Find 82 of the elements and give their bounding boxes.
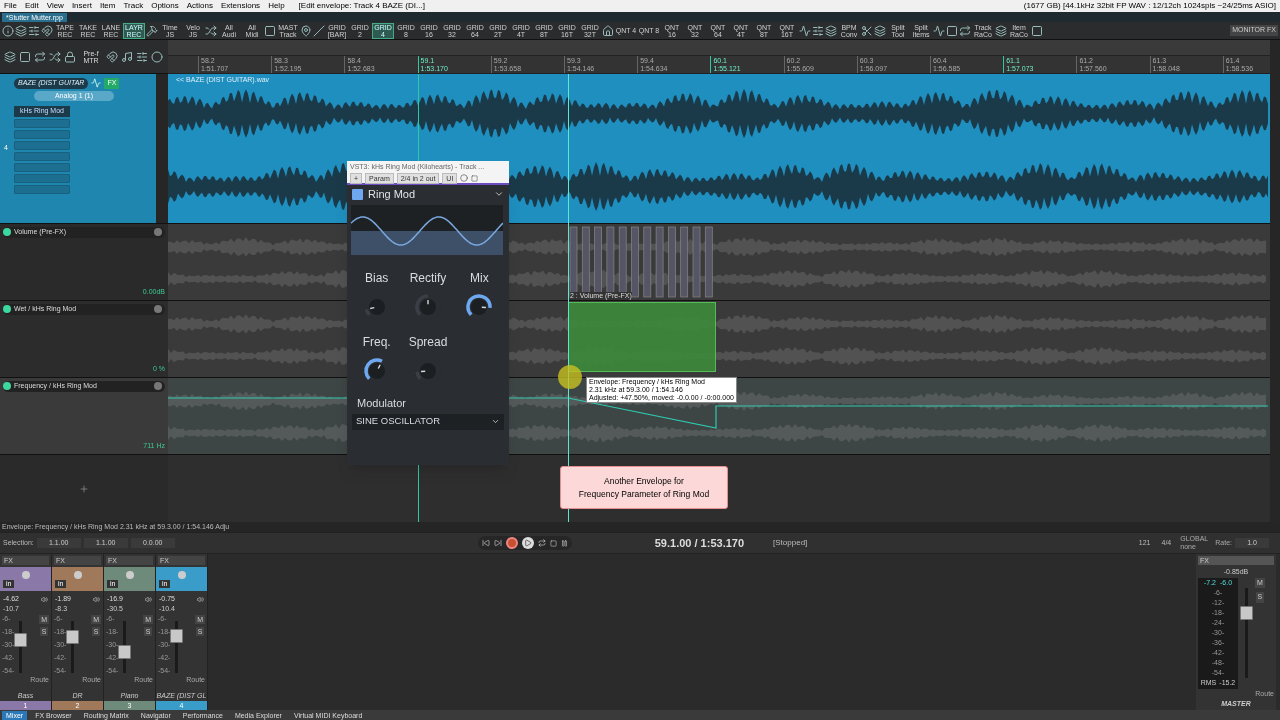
checkbox-icon[interactable] [471,174,479,182]
scissors-icon[interactable] [861,24,873,37]
layers-icon[interactable] [15,24,27,37]
dropdown-icon[interactable] [494,189,504,199]
knob-label: Freq. [362,334,391,351]
callout-text: Frequency Parameter of Ring Mod [578,487,710,501]
skip-forward-icon[interactable] [493,539,502,547]
knob-icon[interactable] [154,305,162,314]
layers-icon[interactable] [995,24,1007,37]
knob-icon[interactable] [154,382,162,391]
layers-icon[interactable] [874,24,886,37]
knob-icon[interactable] [154,228,162,237]
line-icon[interactable] [313,24,325,37]
magnet-icon[interactable] [106,50,118,63]
time-position: 59.1.00 / 1:53.170 [654,535,745,551]
pause-icon[interactable] [560,539,568,547]
callout-text: Another Envelope for [604,474,684,488]
menu-item[interactable]: File [4,0,17,12]
repeat-icon[interactable] [537,539,546,547]
fader-handle[interactable] [170,629,184,644]
menu-item[interactable]: Actions [186,0,213,12]
envelope-power-icon[interactable] [3,382,11,391]
layers-icon[interactable] [4,50,16,63]
speaker-icon[interactable] [197,595,204,603]
scrollbar[interactable] [156,74,168,223]
module-color-icon [352,188,363,200]
fader-handle[interactable] [14,633,28,648]
shuffle-icon[interactable] [205,24,217,37]
lock-icon[interactable] [64,50,76,63]
info-icon[interactable] [2,24,14,37]
square-icon[interactable] [946,24,958,37]
pin-icon[interactable] [300,24,312,37]
scrollbar[interactable] [1270,40,1280,522]
record-icon[interactable] [505,537,518,549]
modulator-label: Modulator [356,396,407,411]
hammer-icon[interactable] [146,24,158,37]
envelope-power-icon[interactable] [3,228,11,237]
square-icon[interactable] [1031,24,1043,37]
envelope-power-icon[interactable] [3,305,11,314]
knob-label: Mix [469,270,489,287]
window-title: [Edit envelope: Track 4 BAZE (DI...] [298,0,425,12]
knob-label: Rectify [409,270,447,287]
speaker-icon[interactable] [41,595,48,603]
play-state: [Stopped] [773,537,808,549]
speaker-icon[interactable] [145,595,152,603]
sliders-icon[interactable] [812,24,824,37]
loop-icon[interactable] [34,50,46,63]
menu-item[interactable]: Track [123,0,144,12]
waveform-icon[interactable] [933,24,945,37]
fader-handle[interactable] [66,630,80,645]
home-icon[interactable] [602,24,614,37]
fader-handle[interactable] [1240,605,1253,620]
add-track-icon[interactable] [79,483,89,494]
timeline-ruler[interactable] [168,56,1270,74]
knob-label: Spread [408,334,448,351]
module-name[interactable]: Ring Mod [368,185,416,203]
speaker-icon[interactable] [93,595,100,603]
fader-handle[interactable] [118,644,132,659]
stop-icon[interactable] [549,539,557,547]
menu-item[interactable]: Help [268,0,285,12]
knob-label: Bias [365,270,389,287]
menu-item[interactable]: Item [99,0,116,12]
sliders-icon[interactable] [136,50,148,63]
square-icon[interactable] [19,50,31,63]
music-note-icon[interactable] [121,50,133,63]
shuffle-icon[interactable] [49,50,61,63]
magnet-icon[interactable] [41,24,53,37]
play-icon[interactable] [521,537,534,549]
audio-status: (1677 GB) [44.1kHz 32bit FP WAV : 12/12ch 1024spls ~24/25ms ASIO] [1023,0,1276,12]
menu-item[interactable]: Insert [71,0,92,12]
waveform-icon[interactable] [799,24,811,37]
layers-icon[interactable] [825,24,837,37]
square-icon[interactable] [264,24,276,37]
menu-item[interactable]: Options [151,0,179,12]
menu-item[interactable]: View [46,0,64,12]
circle-icon[interactable] [151,50,163,63]
menu-item[interactable]: Extensions [221,0,261,12]
sliders-icon[interactable] [28,24,40,37]
skip-back-icon[interactable] [481,539,490,547]
dial-icon[interactable] [460,174,469,182]
repeat-icon[interactable] [959,24,971,37]
menu-item[interactable]: Edit [24,0,39,12]
